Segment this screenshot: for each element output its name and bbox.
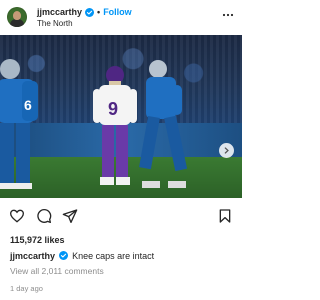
more-options-icon[interactable] bbox=[222, 9, 234, 21]
blue-jersey-player-right bbox=[139, 60, 188, 188]
post-photo[interactable]: 6 9 bbox=[0, 35, 242, 198]
heart-icon[interactable] bbox=[9, 208, 25, 224]
send-icon[interactable] bbox=[62, 208, 78, 224]
username-line: jjmccarthy • Follow bbox=[37, 6, 132, 18]
next-photo-button[interactable] bbox=[219, 143, 234, 158]
verified-badge-icon bbox=[58, 251, 68, 260]
avatar-face bbox=[13, 11, 21, 20]
username[interactable]: jjmccarthy bbox=[37, 7, 82, 17]
verified-badge-icon bbox=[85, 7, 95, 17]
purple-jersey-player: 9 bbox=[93, 66, 137, 185]
follow-button[interactable]: Follow bbox=[103, 7, 132, 17]
post-timestamp: 1 day ago bbox=[10, 284, 43, 293]
post-header: jjmccarthy • Follow The North bbox=[0, 0, 242, 34]
profile-avatar[interactable] bbox=[7, 7, 27, 27]
jersey-number: 9 bbox=[108, 99, 118, 119]
post-location[interactable]: The North bbox=[37, 19, 73, 28]
view-comments-link[interactable]: View all 2,011 comments bbox=[10, 266, 104, 276]
comment-icon[interactable] bbox=[36, 208, 52, 224]
chevron-right-icon bbox=[224, 147, 229, 154]
post-caption: jjmccarthy Knee caps are intact bbox=[10, 251, 154, 261]
blue-jersey-player-left: 6 bbox=[0, 59, 38, 189]
bookmark-icon[interactable] bbox=[217, 208, 233, 224]
separator-dot: • bbox=[97, 7, 101, 17]
avatar-shirt bbox=[10, 19, 24, 27]
likes-count[interactable]: 115,972 likes bbox=[10, 235, 65, 245]
left-player-number: 6 bbox=[24, 97, 32, 113]
caption-text: Knee caps are intact bbox=[72, 251, 155, 261]
post-actions bbox=[0, 205, 242, 227]
caption-username[interactable]: jjmccarthy bbox=[10, 251, 55, 261]
